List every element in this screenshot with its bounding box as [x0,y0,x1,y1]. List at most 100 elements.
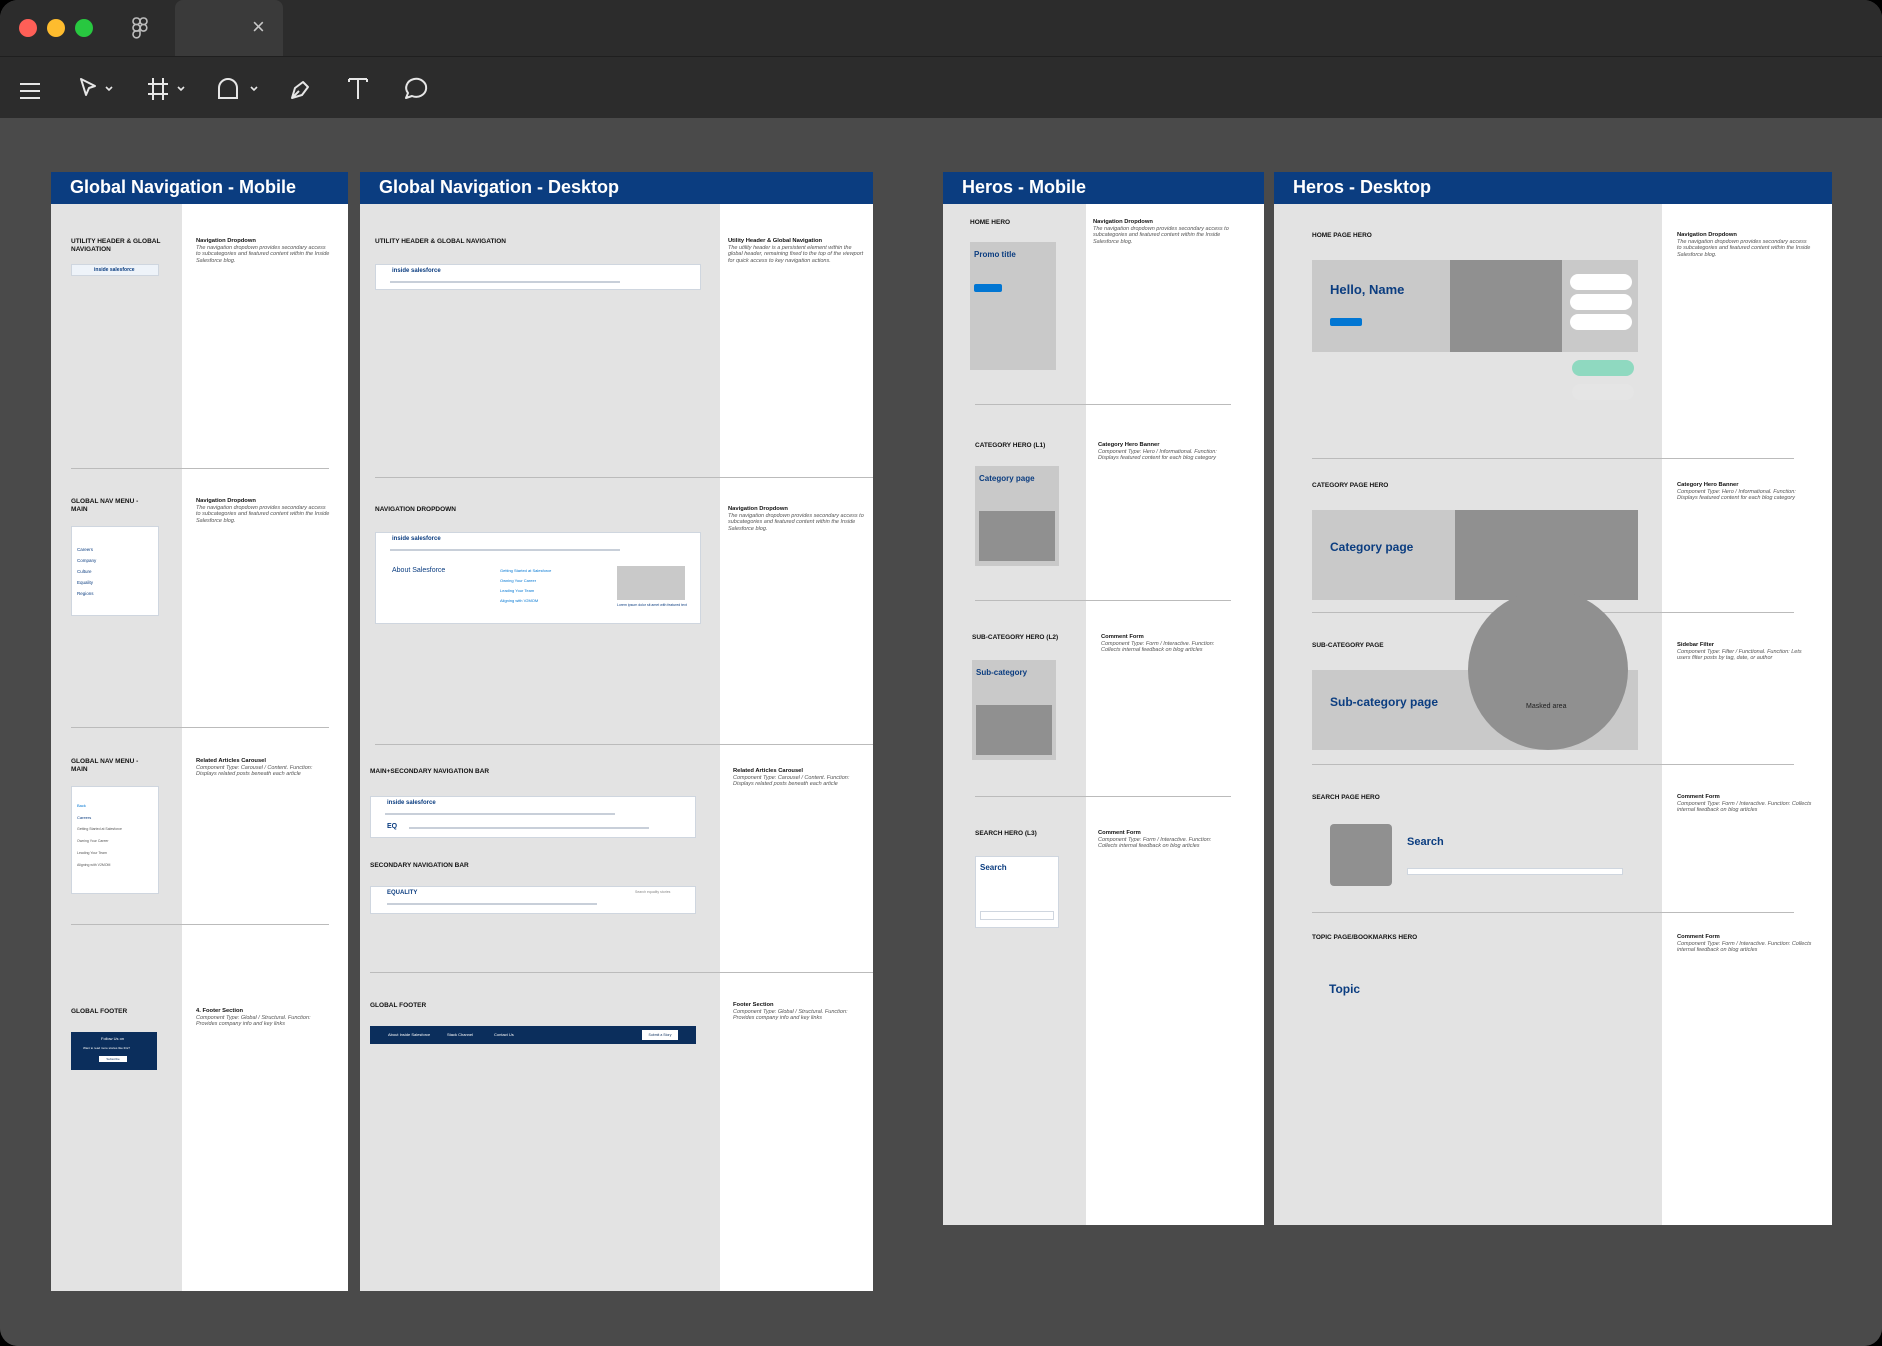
menu-item[interactable]: Regions [77,591,94,596]
promo-card-active[interactable] [1572,360,1634,376]
dropdown-preview: inside salesforce About Salesforce Getti… [375,532,701,624]
hero-image [1455,510,1638,600]
section-label: SEARCH HERO (L3) [975,830,1037,837]
footer-link[interactable]: About Inside Salesforce [388,1032,430,1037]
masked-area-label: Masked area [1526,703,1567,710]
spec-note: Comment Form Component Type: Form / Inter… [1101,634,1215,654]
section-label: GLOBAL NAV MENU - MAIN [71,498,139,513]
frame-heros-mobile[interactable]: Heros - Mobile HOME HERO Promo title Nav… [943,172,1264,1225]
menu-item[interactable]: Leading Your Team [77,851,107,855]
footer-link[interactable]: Contact Us [494,1032,514,1037]
maximize-window-button[interactable] [75,19,93,37]
title-bar: × [0,0,1882,56]
dropdown-link[interactable]: Owning Your Career [500,578,536,583]
divider [71,924,329,925]
footer-preview: About Inside Salesforce Stack Channel Co… [370,1026,696,1044]
category-hero-preview: Category page [975,466,1059,566]
home-hero-preview: Hello, Name [1312,260,1638,352]
equality-label: EQUALITY [387,890,418,896]
spec-note: Navigation Dropdown The navigation dropdo… [196,238,330,264]
menu-item[interactable]: Aligning with V2MOM [77,863,110,867]
frame-nav-desktop[interactable]: Global Navigation - Desktop UTILITY HEAD… [360,172,873,1291]
search-placeholder[interactable]: Search equality stories [635,890,670,894]
nav-strip [390,281,620,283]
component-column [51,204,182,1291]
hero-title: Search [980,863,1007,872]
home-hero-preview: Promo title [970,242,1056,370]
utility-header-preview: inside salesforce [375,264,701,290]
section-label: GLOBAL NAV MENU - MAIN [71,758,139,773]
nav-submenu-preview: Back Careers Getting Started at Salesfor… [71,786,159,894]
submit-story-button[interactable]: Submit a Story [642,1030,678,1040]
minimize-window-button[interactable] [47,19,65,37]
spec-note: Comment Form Component Type: Form / Inter… [1677,794,1812,814]
promo-card[interactable] [1570,274,1632,290]
promo-card[interactable] [1570,314,1632,330]
divider [375,477,873,478]
utility-header-preview: inside salesforce [71,264,159,276]
menu-item[interactable]: Company [77,558,96,563]
move-tool-icon[interactable] [78,72,118,106]
menu-item[interactable]: Equality [77,580,93,585]
divider [71,468,329,469]
hero-cta-button[interactable] [974,284,1002,292]
frame-nav-mobile[interactable]: Global Navigation - Mobile UTILITY HEADE… [51,172,348,1291]
menu-item[interactable]: Getting Started at Salesforce [77,827,122,831]
search-input[interactable] [1407,868,1623,875]
spec-note: Related Articles Carousel Component Type:… [196,758,313,778]
hero-title: Category page [1330,540,1414,554]
search-input[interactable] [980,911,1054,920]
hero-cta-button[interactable] [1330,318,1362,326]
shape-tool-icon[interactable] [216,72,262,106]
main-menu-icon[interactable] [18,74,42,108]
footer-preview: Follow Us on Want to read more stories l… [71,1032,157,1070]
dropdown-link[interactable]: Getting Started at Salesforce [500,568,551,573]
divider [1312,764,1794,765]
close-tab-icon[interactable]: × [252,16,265,38]
dropdown-link[interactable]: Leading Your Team [500,588,534,593]
section-label: GLOBAL FOOTER [370,1002,427,1009]
featured-card-caption: Lorem ipsum dolor sit amet with featured… [617,603,687,607]
footer-button[interactable]: Subscribe [99,1056,127,1062]
menu-item[interactable]: Careers [77,815,91,820]
section-label: NAVIGATION DROPDOWN [375,506,457,513]
promo-card[interactable] [1570,294,1632,310]
logo: inside salesforce [392,536,441,542]
hero-image [1450,260,1562,352]
nav-strip [385,813,615,815]
frame-tool-icon[interactable] [146,72,192,106]
frame-title: Heros - Desktop [1293,177,1432,197]
spec-note: Navigation Dropdown The navigation dropdo… [1093,219,1229,245]
menu-item[interactable]: Careers [77,547,93,552]
section-label: GLOBAL FOOTER [71,1008,128,1015]
promo-card[interactable] [1572,384,1634,400]
menu-item[interactable]: Back [77,803,86,808]
section-label: TOPIC PAGE/BOOKMARKS HERO [1312,934,1418,941]
divider [71,727,329,728]
text-tool-icon[interactable] [346,72,370,106]
footer-link[interactable]: Stack Channel [447,1032,473,1037]
section-label: SEARCH PAGE HERO [1312,794,1380,801]
frame-title: Global Navigation - Mobile [70,177,297,197]
dropdown-link[interactable]: Aligning with V2MOM [500,598,538,603]
footer-text: Follow Us on [101,1036,125,1041]
comment-tool-icon[interactable] [402,72,430,106]
section-label: UTILITY HEADER & GLOBAL NAVIGATION [71,238,161,253]
logo: inside salesforce [94,267,135,273]
divider [1312,912,1794,913]
divider [975,796,1231,797]
pen-tool-icon[interactable] [288,72,314,106]
close-window-button[interactable] [19,19,37,37]
footer-subtext: Want to read more stories like this? [83,1046,130,1050]
file-tab[interactable] [175,0,283,56]
design-canvas[interactable]: Global Navigation - Mobile UTILITY HEADE… [0,118,1882,1346]
section-label: SECONDARY NAVIGATION BAR [370,862,469,869]
frame-heros-desktop[interactable]: Heros - Desktop HOME PAGE HERO Hello, Na… [1274,172,1832,1225]
hero-image [979,511,1055,561]
hero-title: Category page [979,474,1035,483]
figma-logo-icon[interactable] [132,17,148,39]
spec-note: Navigation Dropdown The navigation dropdo… [728,506,864,532]
dropdown-title: About Salesforce [392,567,446,574]
menu-item[interactable]: Owning Your Career [77,839,109,843]
menu-item[interactable]: Culture [77,569,92,574]
